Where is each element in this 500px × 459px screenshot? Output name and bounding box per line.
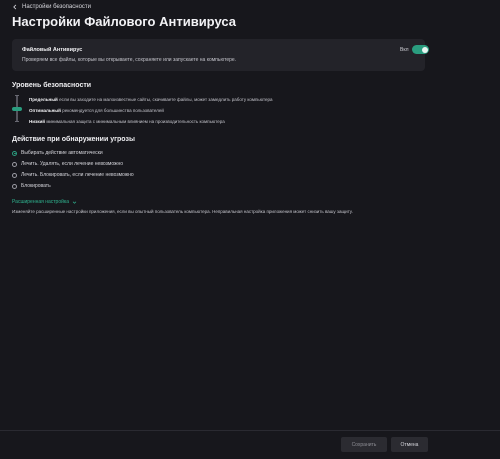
toggle-knob — [421, 46, 428, 53]
file-antivirus-card: Файловый Антивирус Проверяем все файлы, … — [12, 39, 429, 71]
radio-button — [12, 172, 17, 178]
back-link[interactable]: Настройки безопасности — [12, 4, 91, 10]
slider-tick-high — [14, 95, 19, 96]
chevron-down-icon — [72, 201, 77, 204]
level-name: Оптимальный — [29, 108, 61, 113]
advanced-settings-description: Изменяйте расширенные настройки приложен… — [12, 209, 353, 214]
slider-tick-low — [14, 121, 19, 122]
radio-label: Блокировать — [21, 183, 51, 189]
card-title: Файловый Антивирус — [22, 47, 83, 53]
radio-disinfect-delete[interactable]: Лечить. Удалять, если лечение невозможно — [12, 161, 123, 167]
radio-button — [12, 161, 17, 167]
level-desc: минимальная защита с минимальным влияние… — [46, 119, 225, 124]
radio-label: Выбирать действие автоматически — [21, 150, 103, 156]
level-desc: рекомендуется для большинства пользовате… — [62, 108, 164, 113]
cancel-button[interactable]: Отмена — [391, 437, 428, 452]
back-link-label: Настройки безопасности — [22, 4, 92, 10]
file-antivirus-toggle[interactable] — [412, 45, 429, 54]
radio-button — [12, 183, 17, 189]
security-level-heading: Уровень безопасности — [12, 82, 92, 89]
radio-label: Лечить. Блокировать, если лечение невозм… — [21, 172, 134, 178]
page-title: Настройки Файлового Антивируса — [12, 14, 236, 29]
threat-action-heading: Действие при обнаружении угрозы — [12, 136, 135, 143]
level-name: Предельный — [29, 97, 58, 102]
level-optimal[interactable]: Оптимальный рекомендуется для большинств… — [29, 108, 164, 113]
radio-button — [12, 150, 17, 156]
level-desc: если вы заходите на малоизвестные сайты,… — [59, 97, 273, 102]
radio-block[interactable]: Блокировать — [12, 183, 51, 189]
level-name: Низкий — [29, 119, 46, 124]
radio-label: Лечить. Удалять, если лечение невозможно — [21, 161, 123, 167]
security-level-slider-thumb[interactable] — [12, 107, 22, 111]
advanced-settings-label: Расширенная настройка — [12, 199, 69, 205]
save-button[interactable]: Сохранить — [341, 437, 387, 452]
level-maximum[interactable]: Предельный если вы заходите на малоизвес… — [29, 97, 273, 102]
radio-auto-action[interactable]: Выбирать действие автоматически — [12, 150, 103, 156]
radio-disinfect-block[interactable]: Лечить. Блокировать, если лечение невозм… — [12, 172, 134, 178]
card-description: Проверяем все файлы, которые вы открывае… — [22, 57, 237, 63]
toggle-label: Вкл — [400, 47, 409, 53]
level-low[interactable]: Низкий минимальная защита с минимальным … — [29, 119, 225, 124]
chevron-left-icon — [13, 4, 17, 10]
advanced-settings-link[interactable]: Расширенная настройка — [12, 199, 77, 205]
